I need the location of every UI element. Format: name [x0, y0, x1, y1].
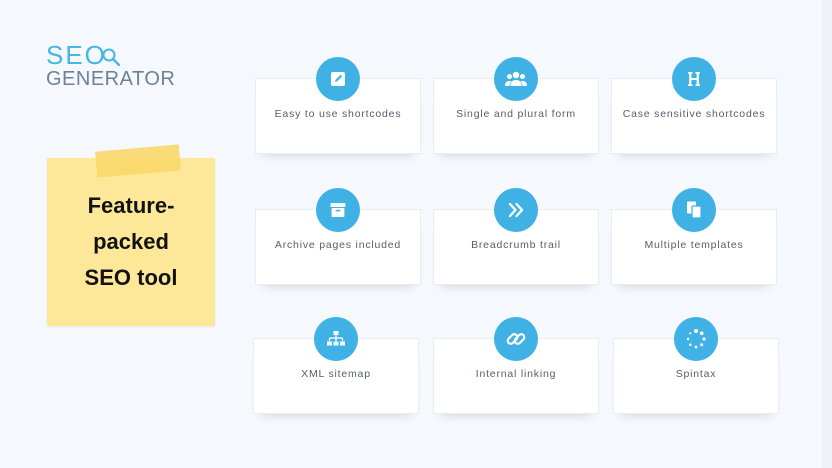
archive-box-icon	[316, 188, 360, 232]
feature-label: Breadcrumb trail	[471, 239, 561, 251]
feature-label: Internal linking	[475, 368, 557, 380]
sitemap-icon	[314, 317, 358, 361]
feature-label: Easy to use shortcodes	[274, 108, 402, 120]
feature-card: Easy to use shortcodes	[255, 57, 421, 154]
magnifier-icon	[102, 48, 120, 66]
edit-icon	[316, 57, 360, 101]
edge-band	[822, 0, 832, 468]
seo-generator-logo: SEO GENERATOR	[46, 42, 206, 94]
feature-card: XML sitemap	[253, 317, 419, 414]
feature-label: Spintax	[675, 368, 717, 380]
feature-label: Multiple templates	[644, 239, 744, 251]
logo-generator-text: GENERATOR	[46, 68, 176, 90]
feature-label: Case sensitive shortcodes	[622, 108, 766, 120]
feature-card: Multiple templates	[611, 188, 777, 285]
spinner-icon	[674, 317, 718, 361]
feature-card: Spintax	[613, 317, 779, 414]
feature-card: Internal linking	[433, 317, 599, 414]
feature-card: Single and plural form	[433, 57, 599, 154]
feature-label: Single and plural form	[456, 108, 576, 120]
heading-h-icon	[672, 57, 716, 101]
logo-seo-text: SEO	[46, 40, 107, 70]
feature-card: Archive pages included	[255, 188, 421, 285]
users-icon	[494, 57, 538, 101]
copy-documents-icon	[672, 188, 716, 232]
double-chevron-right-icon	[494, 188, 538, 232]
note-title: Feature- packed SEO tool	[84, 193, 178, 290]
feature-label: Archive pages included	[274, 239, 402, 251]
feature-card: Case sensitive shortcodes	[611, 57, 777, 154]
feature-card: Breadcrumb trail	[433, 188, 599, 285]
feature-label: XML sitemap	[301, 368, 371, 380]
link-icon	[494, 317, 538, 361]
